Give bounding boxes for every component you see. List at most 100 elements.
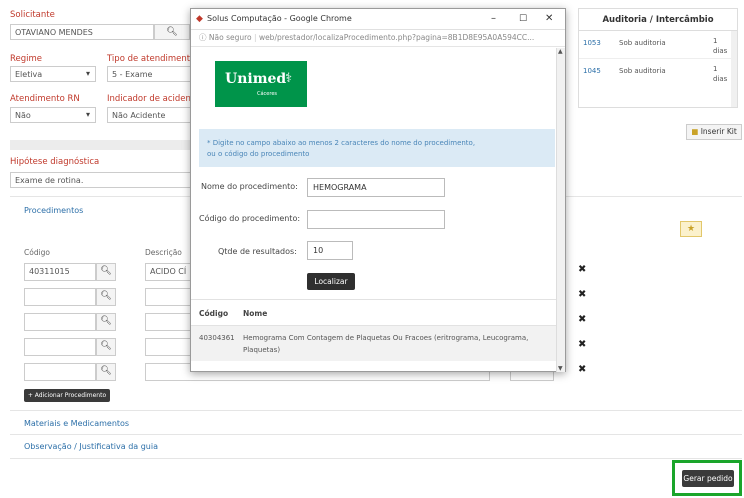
hipotese-field[interactable]: Exame de rotina. xyxy=(10,172,194,188)
remove-icon[interactable]: ✖ xyxy=(578,289,586,300)
procedimentos-title[interactable]: Procedimentos xyxy=(24,206,83,215)
procedure-search-button[interactable]: 🔍︎ xyxy=(96,263,116,281)
inserir-kit-button[interactable]: ■ Inserir Kit xyxy=(686,124,742,140)
qtde-input[interactable]: 10 xyxy=(307,241,353,260)
result-name-line-2: Plaquetas) xyxy=(243,346,281,354)
auditoria-title: Auditoria / Intercâmbio xyxy=(579,9,737,31)
kit-icon: ■ xyxy=(691,127,699,136)
procedure-search-button[interactable]: 🔍︎ xyxy=(96,288,116,306)
info-message: * Digite no campo abaixo ao menos 2 cara… xyxy=(199,129,555,167)
indicador-acidente-select[interactable]: Não Acidente xyxy=(107,107,191,123)
codigo-input[interactable] xyxy=(307,210,445,229)
gray-bar xyxy=(10,140,190,150)
close-icon[interactable]: ✕ xyxy=(545,9,553,29)
col-codigo-header: Código xyxy=(199,309,229,318)
auditoria-code[interactable]: 1053 xyxy=(583,39,601,47)
auditoria-panel: Auditoria / Intercâmbio 1053 Sob auditor… xyxy=(578,8,738,108)
popup-scrollbar[interactable]: ▲ ▼ xyxy=(556,48,565,372)
info-line-1: * Digite no campo abaixo ao menos 2 cara… xyxy=(207,139,476,147)
divider xyxy=(10,410,742,411)
search-icon: 🔍︎ xyxy=(100,341,112,351)
search-icon: 🔍︎ xyxy=(100,316,112,326)
result-code: 40304361 xyxy=(199,334,235,342)
procedure-code-input[interactable] xyxy=(24,288,96,306)
auditoria-days-unit: dias xyxy=(713,75,728,83)
auditoria-code[interactable]: 1045 xyxy=(583,67,601,75)
procedure-desc-input[interactable]: ACIDO CÍ xyxy=(145,263,191,281)
results-header: Código Nome xyxy=(191,299,559,325)
nome-label: Nome do procedimento: xyxy=(201,182,298,191)
nome-input[interactable]: HEMOGRAMA xyxy=(307,178,445,197)
info-icon: ⓘ xyxy=(199,33,207,42)
info-line-2: ou o código do procedimento xyxy=(207,150,310,158)
search-icon: 🔍︎ xyxy=(100,366,112,376)
solicitante-field[interactable]: OTAVIANO MENDES xyxy=(10,24,154,40)
procedure-code-input[interactable] xyxy=(24,338,96,356)
tipo-atendimento-label: Tipo de atendimento xyxy=(107,54,196,64)
result-name-line-1: Hemograma Com Contagem de Plaquetas Ou F… xyxy=(243,334,529,342)
col-nome-header: Nome xyxy=(243,309,268,318)
divider xyxy=(10,434,742,435)
app-icon: ◆ xyxy=(196,14,203,24)
regime-label: Regime xyxy=(10,54,43,64)
search-icon: 🔍︎ xyxy=(166,27,178,37)
logo-subtext: Cáceres xyxy=(257,91,278,97)
auditoria-row[interactable]: 1053 Sob auditoria 1 dias xyxy=(579,31,737,59)
auditoria-scrollbar[interactable] xyxy=(731,31,737,107)
remove-icon[interactable]: ✖ xyxy=(578,314,586,325)
auditoria-days: 1 xyxy=(713,65,718,73)
minimize-icon[interactable]: – xyxy=(491,9,496,29)
descricao-header: Descrição xyxy=(145,248,182,257)
auditoria-days: 1 xyxy=(713,37,718,45)
url-text: web/prestador/localizaProcedimento.php?p… xyxy=(258,33,535,42)
not-secure-label: Não seguro xyxy=(208,33,252,42)
unimed-logo: Unimed ⚕ Cáceres xyxy=(215,61,307,107)
star-button[interactable]: ★ xyxy=(680,221,702,237)
procedure-search-popup: ◆ Solus Computação - Google Chrome – ☐ ✕… xyxy=(190,8,566,372)
inserir-kit-label: Inserir Kit xyxy=(700,127,737,136)
auditoria-row[interactable]: 1045 Sob auditoria 1 dias xyxy=(579,59,737,87)
codigo-header: Código xyxy=(24,248,51,257)
procedure-desc-input[interactable] xyxy=(145,288,191,306)
divider xyxy=(10,458,742,459)
materiais-link[interactable]: Materiais e Medicamentos xyxy=(24,419,129,428)
hipotese-label: Hipótese diagnóstica xyxy=(10,157,100,167)
solicitante-search-button[interactable]: 🔍︎ xyxy=(154,24,190,40)
remove-icon[interactable]: ✖ xyxy=(578,339,586,350)
procedure-code-input[interactable]: 40311015 xyxy=(24,263,96,281)
regime-select[interactable]: Eletiva xyxy=(10,66,96,82)
procedure-desc-input[interactable] xyxy=(145,313,191,331)
scroll-down-icon[interactable]: ▼ xyxy=(558,365,563,372)
popup-titlebar[interactable]: ◆ Solus Computação - Google Chrome – ☐ ✕ xyxy=(191,9,565,30)
auditoria-status: Sob auditoria xyxy=(619,67,666,75)
logo-mark-icon: ⚕ xyxy=(285,71,293,86)
atendimento-rn-select[interactable]: Não xyxy=(10,107,96,123)
procedure-search-button[interactable]: 🔍︎ xyxy=(96,313,116,331)
procedure-code-input[interactable] xyxy=(24,363,96,381)
observacao-link[interactable]: Observação / Justificativa da guia xyxy=(24,442,158,451)
indicador-acidente-label: Indicador de acidente xyxy=(107,94,200,104)
search-icon: 🔍︎ xyxy=(100,266,112,276)
auditoria-days-unit: dias xyxy=(713,47,728,55)
procedure-code-input[interactable] xyxy=(24,313,96,331)
logo-text: Unimed xyxy=(225,71,287,87)
auditoria-status: Sob auditoria xyxy=(619,39,666,47)
procedure-search-button[interactable]: 🔍︎ xyxy=(96,363,116,381)
star-icon: ★ xyxy=(686,224,696,234)
localizar-button[interactable]: Localizar xyxy=(307,273,355,290)
remove-icon[interactable]: ✖ xyxy=(578,364,586,375)
address-bar[interactable]: ⓘ Não seguro | web/prestador/localizaPro… xyxy=(191,30,565,47)
procedure-desc-input[interactable] xyxy=(145,338,191,356)
procedure-search-button[interactable]: 🔍︎ xyxy=(96,338,116,356)
result-row[interactable]: 40304361 Hemograma Com Contagem de Plaqu… xyxy=(191,325,559,361)
gerar-pedido-button[interactable]: Gerar pedido xyxy=(682,470,734,487)
atendimento-rn-label: Atendimento RN xyxy=(10,94,80,104)
maximize-icon[interactable]: ☐ xyxy=(519,9,527,29)
remove-icon[interactable]: ✖ xyxy=(578,264,586,275)
add-procedure-button[interactable]: + Adicionar Procedimento xyxy=(24,389,110,402)
scroll-up-icon[interactable]: ▲ xyxy=(558,48,563,55)
window-title: Solus Computação - Google Chrome xyxy=(207,14,352,23)
solicitante-label: Solicitante xyxy=(10,10,55,20)
codigo-label: Código do procedimento: xyxy=(199,214,301,223)
tipo-atendimento-select[interactable]: 5 - Exame xyxy=(107,66,191,82)
